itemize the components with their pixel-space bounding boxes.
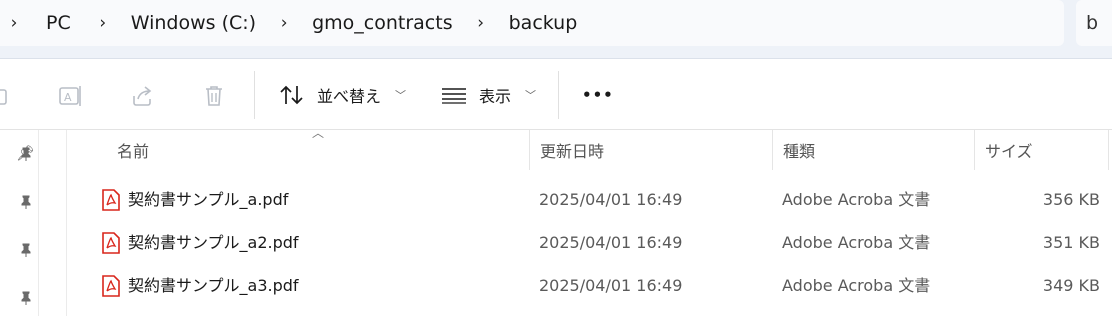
pin-icon[interactable] xyxy=(18,146,34,162)
column-divider[interactable] xyxy=(772,130,773,170)
file-name: 契約書サンプル_a2.pdf xyxy=(128,233,299,252)
share-icon[interactable] xyxy=(130,84,154,108)
list-view-icon xyxy=(442,88,466,104)
address-bar[interactable]: › PC › Windows (C:) › gmo_contracts › ba… xyxy=(0,0,1064,46)
chevron-right-icon[interactable]: › xyxy=(95,13,111,33)
file-row[interactable]: 契約書サンプル_a2.pdf 2025/04/01 16:49 Adobe Ac… xyxy=(0,222,1112,264)
file-date: 2025/04/01 16:49 xyxy=(539,190,683,209)
chevron-right-icon[interactable]: › xyxy=(6,13,22,33)
column-header-name[interactable]: 名前 xyxy=(117,130,149,176)
column-header-size[interactable]: サイズ xyxy=(985,130,1033,176)
column-divider[interactable] xyxy=(974,130,975,170)
file-date: 2025/04/01 16:49 xyxy=(539,276,683,295)
breadcrumb-backup[interactable]: backup xyxy=(509,12,578,34)
pdf-file-icon xyxy=(102,275,120,297)
sort-button[interactable]: 並べ替え ﹀ xyxy=(279,81,406,109)
search-input[interactable]: b xyxy=(1076,0,1112,46)
chevron-down-icon: ﹀ xyxy=(395,89,407,102)
toolbar-divider xyxy=(558,71,559,119)
column-header-type[interactable]: 種類 xyxy=(783,130,815,176)
sort-label: 並べ替え xyxy=(317,87,382,106)
file-name: 契約書サンプル_a.pdf xyxy=(128,190,289,209)
file-size: 356 KB xyxy=(1042,190,1100,209)
command-bar: A 並べ替え ﹀ 表示 ﹀ ••• xyxy=(0,58,1112,130)
view-label: 表示 xyxy=(479,87,512,106)
delete-icon[interactable] xyxy=(203,84,225,108)
more-icon: ••• xyxy=(582,86,614,104)
column-header-date[interactable]: 更新日時 xyxy=(540,130,604,176)
chevron-right-icon[interactable]: › xyxy=(276,13,292,33)
column-divider[interactable] xyxy=(1108,130,1109,170)
rename-icon[interactable]: A xyxy=(58,84,84,108)
chevron-right-icon[interactable]: › xyxy=(473,13,489,33)
copy-icon[interactable] xyxy=(0,84,12,106)
sort-icon xyxy=(280,85,303,105)
file-type: Adobe Acroba 文書 xyxy=(782,233,931,252)
breadcrumb-pc[interactable]: PC xyxy=(46,12,71,34)
more-options-button[interactable]: ••• xyxy=(582,81,614,109)
column-divider[interactable] xyxy=(529,130,530,170)
pdf-file-icon xyxy=(102,189,120,211)
view-button[interactable]: 表示 ﹀ xyxy=(441,81,536,109)
file-type: Adobe Acroba 文書 xyxy=(782,276,931,295)
file-type: Adobe Acroba 文書 xyxy=(782,190,931,209)
pdf-file-icon xyxy=(102,232,120,254)
address-strip: › PC › Windows (C:) › gmo_contracts › ba… xyxy=(0,0,1112,58)
chevron-down-icon: ﹀ xyxy=(525,89,537,102)
breadcrumb-gmo-contracts[interactable]: gmo_contracts xyxy=(312,12,453,34)
file-size: 351 KB xyxy=(1042,233,1100,252)
sort-ascending-icon: ︿ xyxy=(312,126,325,140)
file-row[interactable]: 契約書サンプル_a.pdf 2025/04/01 16:49 Adobe Acr… xyxy=(0,179,1112,221)
file-row[interactable]: 契約書サンプル_a3.pdf 2025/04/01 16:49 Adobe Ac… xyxy=(0,265,1112,307)
file-size: 349 KB xyxy=(1042,276,1100,295)
svg-text:A: A xyxy=(64,91,72,104)
breadcrumb-windows-c[interactable]: Windows (C:) xyxy=(131,12,256,34)
toolbar-divider xyxy=(254,71,255,119)
file-name: 契約書サンプル_a3.pdf xyxy=(128,276,299,295)
file-date: 2025/04/01 16:49 xyxy=(539,233,683,252)
